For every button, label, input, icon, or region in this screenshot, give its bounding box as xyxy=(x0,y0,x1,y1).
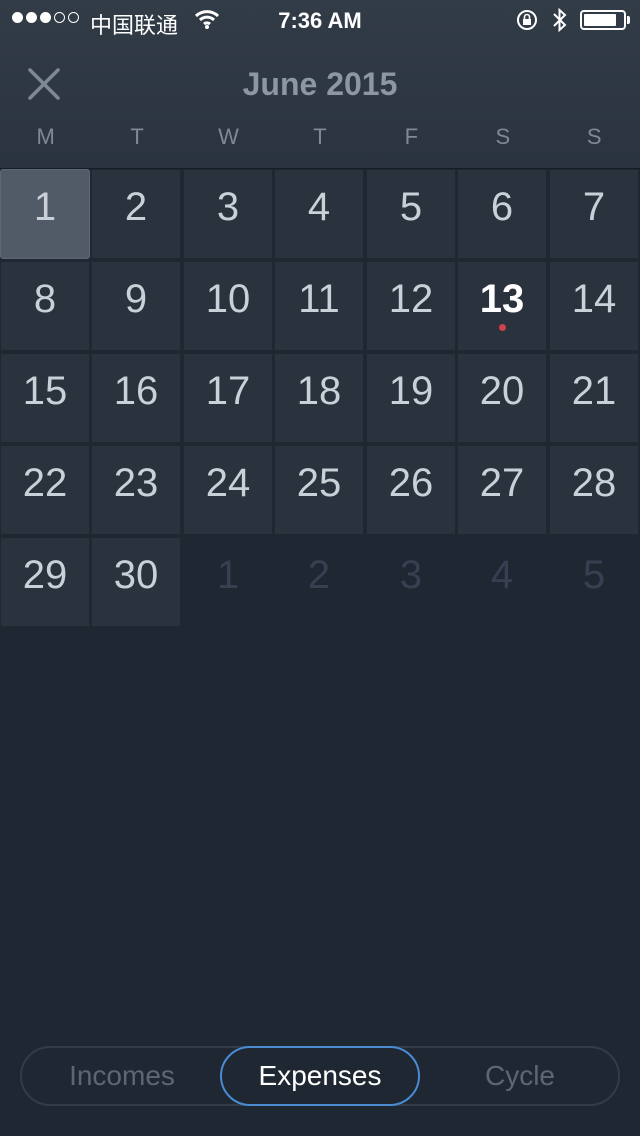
tab-cycle[interactable]: Cycle xyxy=(420,1046,620,1106)
calendar-day-number: 2 xyxy=(307,553,331,597)
calendar-day-next-month: 2 xyxy=(274,537,364,627)
calendar-day-number: 26 xyxy=(388,461,434,505)
calendar-header: 中国联通 7:36 AM June 2015 M T W T F S S xyxy=(0,0,640,169)
calendar-day-number: 9 xyxy=(124,277,148,321)
calendar-day-number: 21 xyxy=(571,369,617,413)
calendar-day[interactable]: 26 xyxy=(366,445,456,535)
calendar-day[interactable]: 22 xyxy=(0,445,90,535)
weekday-label: T xyxy=(130,124,144,149)
calendar-day-number: 1 xyxy=(33,185,57,229)
calendar-day[interactable]: 5 xyxy=(366,169,456,259)
tab-incomes[interactable]: Incomes xyxy=(22,1046,222,1106)
calendar-day[interactable]: 21 xyxy=(549,353,639,443)
weekday-label: S xyxy=(495,124,511,149)
calendar-day-number: 20 xyxy=(479,369,525,413)
calendar-day-next-month: 1 xyxy=(183,537,273,627)
calendar-day-next-month: 4 xyxy=(457,537,547,627)
calendar-day-number: 5 xyxy=(582,553,606,597)
weekday-label: M xyxy=(36,124,55,149)
calendar-day-number: 5 xyxy=(399,185,423,229)
calendar-day[interactable]: 2 xyxy=(91,169,181,259)
calendar-day[interactable]: 12 xyxy=(366,261,456,351)
calendar-day[interactable]: 18 xyxy=(274,353,364,443)
calendar-day-number: 6 xyxy=(490,185,514,229)
calendar-day-today[interactable]: 13 xyxy=(457,261,547,351)
battery-icon xyxy=(580,10,626,30)
calendar-day[interactable]: 1 xyxy=(0,169,90,259)
calendar-day[interactable]: 6 xyxy=(457,169,547,259)
weekday-label: S xyxy=(586,124,602,149)
calendar-day-number: 4 xyxy=(490,553,514,597)
view-segmented-control: Incomes Expenses Cycle xyxy=(20,1046,620,1106)
calendar-day-number: 17 xyxy=(205,369,251,413)
calendar-day-number: 15 xyxy=(22,369,68,413)
calendar-day[interactable]: 4 xyxy=(274,169,364,259)
calendar-day-number: 4 xyxy=(307,185,331,229)
calendar-day[interactable]: 3 xyxy=(183,169,273,259)
calendar-day-number: 12 xyxy=(388,277,434,321)
calendar-day-number: 2 xyxy=(124,185,148,229)
calendar-day-number: 13 xyxy=(479,277,525,321)
weekday-label: T xyxy=(313,124,327,149)
weekday-row: M T W T F S S xyxy=(0,124,640,150)
tab-expenses[interactable]: Expenses xyxy=(220,1046,420,1106)
calendar-day-number: 10 xyxy=(205,277,251,321)
calendar-day-number: 25 xyxy=(296,461,342,505)
calendar-day-number: 8 xyxy=(33,277,57,321)
month-title: June 2015 xyxy=(242,66,398,102)
rotation-lock-icon xyxy=(517,10,537,30)
calendar-day[interactable]: 30 xyxy=(91,537,181,627)
calendar-day-number: 11 xyxy=(298,277,340,321)
calendar-day[interactable]: 14 xyxy=(549,261,639,351)
calendar-day-number: 22 xyxy=(22,461,68,505)
calendar-day-next-month: 3 xyxy=(366,537,456,627)
weekday-label: W xyxy=(218,124,239,149)
calendar-day-number: 24 xyxy=(205,461,251,505)
calendar-day[interactable]: 24 xyxy=(183,445,273,535)
calendar-day-number: 1 xyxy=(216,553,240,597)
weekday-label: F xyxy=(404,124,419,149)
calendar-day-number: 14 xyxy=(571,277,617,321)
calendar-day[interactable]: 9 xyxy=(91,261,181,351)
calendar-day-number: 3 xyxy=(216,185,240,229)
calendar-day-number: 19 xyxy=(388,369,434,413)
calendar-day-number: 23 xyxy=(113,461,159,505)
calendar-day[interactable]: 29 xyxy=(0,537,90,627)
calendar-day[interactable]: 19 xyxy=(366,353,456,443)
calendar-day-number: 28 xyxy=(571,461,617,505)
today-marker-dot xyxy=(499,324,506,331)
calendar-day[interactable]: 23 xyxy=(91,445,181,535)
status-bar: 中国联通 7:36 AM xyxy=(0,0,640,40)
calendar-day-number: 18 xyxy=(296,369,342,413)
calendar-day-number: 29 xyxy=(22,553,68,597)
calendar-day-number: 30 xyxy=(113,553,159,597)
calendar-day[interactable]: 28 xyxy=(549,445,639,535)
bluetooth-icon xyxy=(553,7,567,33)
calendar-day[interactable]: 8 xyxy=(0,261,90,351)
status-time: 7:36 AM xyxy=(278,8,362,33)
calendar-day[interactable]: 17 xyxy=(183,353,273,443)
calendar-day[interactable]: 20 xyxy=(457,353,547,443)
calendar-day-number: 27 xyxy=(479,461,525,505)
calendar-day[interactable]: 27 xyxy=(457,445,547,535)
calendar-day[interactable]: 16 xyxy=(91,353,181,443)
calendar-day[interactable]: 25 xyxy=(274,445,364,535)
calendar-day-number: 3 xyxy=(399,553,423,597)
calendar-day-number: 16 xyxy=(113,369,159,413)
calendar-day[interactable]: 7 xyxy=(549,169,639,259)
calendar-day[interactable]: 11 xyxy=(274,261,364,351)
calendar-day[interactable]: 10 xyxy=(183,261,273,351)
calendar-day-number: 7 xyxy=(582,185,606,229)
calendar-day[interactable]: 15 xyxy=(0,353,90,443)
calendar-day-next-month: 5 xyxy=(549,537,639,627)
